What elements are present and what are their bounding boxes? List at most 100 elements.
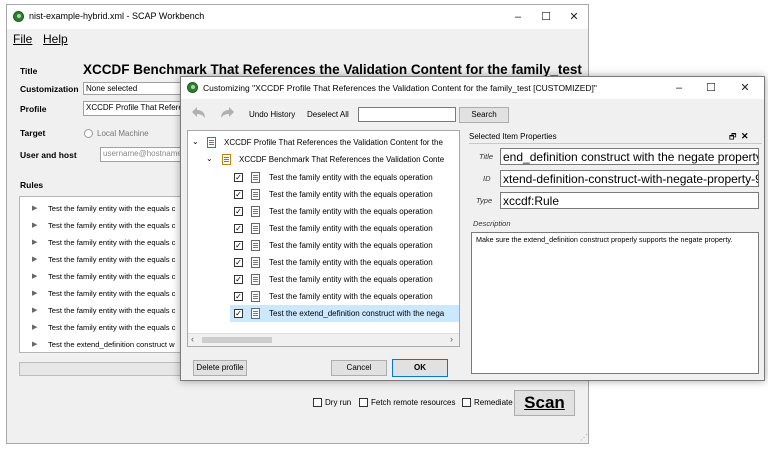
dry-run-checkbox[interactable] bbox=[313, 398, 322, 407]
profile-label: Profile bbox=[20, 104, 47, 114]
close-panel-icon[interactable]: ✕ bbox=[741, 131, 749, 142]
expand-arrow-icon[interactable]: ▶ bbox=[32, 204, 37, 212]
rule-checkbox[interactable]: ✓ bbox=[234, 190, 243, 199]
rule-checkbox[interactable]: ✓ bbox=[234, 207, 243, 216]
expand-arrow-icon[interactable]: ▶ bbox=[32, 306, 37, 314]
scap-workbench-icon bbox=[187, 82, 198, 93]
description-label: Description bbox=[473, 219, 511, 228]
tree-rule-row[interactable]: ✓ Test the family entity with the equals… bbox=[188, 203, 459, 220]
chevron-down-icon[interactable]: ⌄ bbox=[192, 137, 199, 146]
scan-progress-bar bbox=[19, 362, 191, 376]
rule-document-icon bbox=[251, 189, 260, 200]
undo-icon[interactable] bbox=[191, 104, 209, 122]
remediate-label: Remediate bbox=[474, 398, 513, 407]
tree-rule-row[interactable]: ✓ Test the family entity with the equals… bbox=[188, 254, 459, 271]
redo-icon[interactable] bbox=[217, 104, 235, 122]
rules-tree[interactable]: ⌄ XCCDF Profile That References the Vali… bbox=[187, 130, 460, 347]
expand-arrow-icon[interactable]: ▶ bbox=[32, 238, 37, 246]
rule-row[interactable]: ▶ Test the family entity with the equals … bbox=[20, 218, 190, 235]
benchmark-icon bbox=[222, 154, 231, 165]
maximize-button[interactable]: ☐ bbox=[535, 9, 557, 25]
tree-rule-row[interactable]: ✓ Test the family entity with the equals… bbox=[188, 271, 459, 288]
type-field[interactable]: xccdf:Rule bbox=[500, 192, 759, 209]
rule-text: Test the family entity with the equals c bbox=[48, 306, 176, 315]
dialog-title-bar: Customizing "XCCDF Profile That Referenc… bbox=[181, 77, 764, 99]
remediate-checkbox[interactable] bbox=[462, 398, 471, 407]
tree-rule-row[interactable]: ✓ Test the family entity with the equals… bbox=[188, 288, 459, 305]
target-label: Target bbox=[20, 128, 46, 138]
rules-label: Rules bbox=[20, 180, 44, 190]
rule-checkbox[interactable]: ✓ bbox=[234, 241, 243, 250]
dialog-close-button[interactable]: ✕ bbox=[734, 80, 756, 96]
menu-bar: File Help bbox=[7, 29, 588, 49]
dialog-minimize-button[interactable]: – bbox=[668, 80, 690, 96]
tree-rule-label: Test the family entity with the equals o… bbox=[269, 292, 433, 301]
rule-checkbox[interactable]: ✓ bbox=[234, 258, 243, 267]
title-field[interactable]: end_definition construct with the negate… bbox=[500, 148, 759, 165]
rule-row[interactable]: ▶ Test the family entity with the equals … bbox=[20, 252, 190, 269]
scroll-right-icon[interactable]: › bbox=[450, 334, 453, 344]
cancel-button[interactable]: Cancel bbox=[331, 360, 387, 376]
rule-document-icon bbox=[251, 274, 260, 285]
rule-row[interactable]: ▶ Test the family entity with the equals … bbox=[20, 201, 190, 218]
undo-history-button[interactable]: Undo History bbox=[249, 110, 295, 119]
tree-rule-row[interactable]: ✓ Test the family entity with the equals… bbox=[188, 237, 459, 254]
tree-rule-row[interactable]: ✓ Test the family entity with the equals… bbox=[188, 220, 459, 237]
rule-row[interactable]: ▶ Test the family entity with the equals … bbox=[20, 320, 190, 337]
menu-help-label: Help bbox=[43, 32, 68, 46]
header-divider bbox=[469, 143, 762, 144]
user-host-label: User and host bbox=[20, 150, 77, 160]
expand-arrow-icon[interactable]: ▶ bbox=[32, 221, 37, 229]
rule-document-icon bbox=[251, 308, 260, 319]
rule-text: Test the extend_definition construct w bbox=[48, 340, 175, 349]
rule-row[interactable]: ▶ Test the family entity with the equals … bbox=[20, 269, 190, 286]
rule-checkbox[interactable]: ✓ bbox=[234, 224, 243, 233]
profile-select[interactable]: XCCDF Profile That References bbox=[83, 101, 183, 116]
tree-horizontal-scrollbar[interactable]: ‹ › bbox=[188, 333, 459, 346]
rule-row[interactable]: ▶ Test the family entity with the equals … bbox=[20, 235, 190, 252]
rule-row[interactable]: ▶ Test the family entity with the equals … bbox=[20, 286, 190, 303]
rules-list[interactable]: ▶ Test the family entity with the equals … bbox=[19, 196, 191, 353]
tree-rule-row[interactable]: ✓ Test the family entity with the equals… bbox=[188, 169, 459, 186]
menu-help[interactable]: Help bbox=[43, 32, 68, 46]
local-machine-radio[interactable] bbox=[84, 129, 93, 138]
rule-row[interactable]: ▶ Test the family entity with the equals … bbox=[20, 303, 190, 320]
expand-arrow-icon[interactable]: ▶ bbox=[32, 340, 37, 348]
customization-select[interactable]: None selected bbox=[83, 82, 183, 95]
close-button[interactable]: ✕ bbox=[563, 9, 585, 25]
search-button[interactable]: Search bbox=[459, 107, 509, 123]
tree-benchmark-row[interactable]: ⌄ XCCDF Benchmark That References the Va… bbox=[188, 152, 459, 169]
scan-button[interactable]: Scan bbox=[514, 390, 575, 416]
rule-row[interactable]: ▶ Test the extend_definition construct w bbox=[20, 337, 190, 352]
expand-arrow-icon[interactable]: ▶ bbox=[32, 272, 37, 280]
description-box[interactable]: Make sure the extend_definition construc… bbox=[471, 232, 759, 374]
tree-rule-label: Test the family entity with the equals o… bbox=[269, 258, 433, 267]
delete-profile-button[interactable]: Delete profile bbox=[193, 360, 247, 376]
fetch-remote-checkbox[interactable] bbox=[359, 398, 368, 407]
rule-checkbox[interactable]: ✓ bbox=[234, 173, 243, 182]
expand-arrow-icon[interactable]: ▶ bbox=[32, 289, 37, 297]
rule-checkbox[interactable]: ✓ bbox=[234, 275, 243, 284]
scroll-left-icon[interactable]: ‹ bbox=[191, 334, 194, 344]
ok-button[interactable]: OK bbox=[392, 359, 448, 377]
resize-grip-icon[interactable]: ⋰ bbox=[580, 433, 588, 442]
rule-checkbox[interactable]: ✓ bbox=[234, 292, 243, 301]
tree-rule-row[interactable]: ✓ Test the family entity with the equals… bbox=[188, 186, 459, 203]
tree-profile-row[interactable]: ⌄ XCCDF Profile That References the Vali… bbox=[188, 135, 459, 152]
benchmark-title: XCCDF Benchmark That References the Vali… bbox=[83, 62, 582, 77]
local-machine-label: Local Machine bbox=[97, 129, 149, 138]
scrollbar-thumb[interactable] bbox=[202, 337, 272, 343]
user-host-input[interactable]: username@hostname bbox=[100, 147, 183, 162]
deselect-all-button[interactable]: Deselect All bbox=[307, 110, 349, 119]
search-input[interactable] bbox=[358, 107, 456, 122]
chevron-down-icon[interactable]: ⌄ bbox=[206, 154, 213, 163]
id-field[interactable]: xtend-definition-construct-with-negate-p… bbox=[500, 170, 759, 187]
menu-file[interactable]: File bbox=[13, 32, 32, 46]
rule-checkbox[interactable]: ✓ bbox=[234, 309, 243, 318]
dialog-title: Customizing "XCCDF Profile That Referenc… bbox=[203, 83, 597, 93]
expand-arrow-icon[interactable]: ▶ bbox=[32, 255, 37, 263]
dialog-maximize-button[interactable]: ☐ bbox=[700, 80, 722, 96]
expand-arrow-icon[interactable]: ▶ bbox=[32, 323, 37, 331]
minimize-button[interactable]: – bbox=[507, 9, 529, 25]
tree-rule-row-selected[interactable]: ✓ Test the extend_definition construct w… bbox=[230, 305, 459, 322]
